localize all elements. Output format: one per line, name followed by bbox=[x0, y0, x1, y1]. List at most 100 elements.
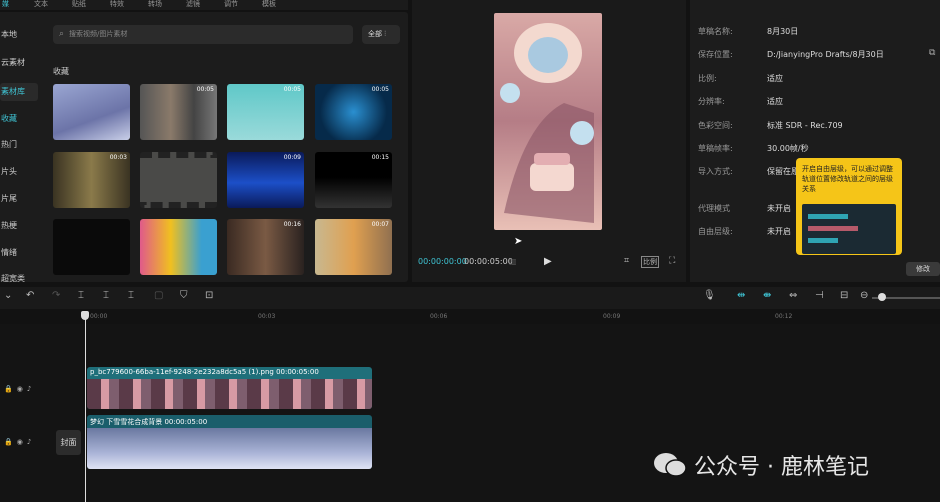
tab-filters[interactable]: 滤镜 bbox=[174, 0, 212, 10]
mouse-cursor: ➤ bbox=[514, 236, 523, 247]
thumb-blue-grid[interactable]: 00:09 bbox=[227, 152, 304, 208]
thumb-black[interactable] bbox=[53, 219, 130, 275]
microphone-icon[interactable]: 🎙 bbox=[703, 290, 716, 301]
label-proxy-mode: 代理模式 bbox=[698, 204, 730, 213]
tab-media[interactable]: 媒 bbox=[0, 0, 22, 10]
category-outro[interactable]: 片尾 bbox=[0, 190, 38, 208]
tab-effects[interactable]: 特效 bbox=[98, 0, 136, 10]
value-frame-rate: 30.00帧/秒 bbox=[767, 144, 809, 153]
video-track-controls[interactable]: 🔒◉♪ bbox=[4, 385, 35, 393]
fit-timeline-icon[interactable]: ⊟ bbox=[840, 290, 848, 301]
delete-icon[interactable]: ▢ bbox=[154, 290, 163, 301]
tooltip-text: 开启自由层级，可以通过调整轨道位置修改轨道之间的层级关系 bbox=[802, 165, 893, 193]
main-track-controls[interactable]: 🔒◉♪ bbox=[4, 438, 35, 446]
ruler-tick: 00:03 bbox=[258, 313, 276, 320]
category-emotion[interactable]: 情绪 bbox=[0, 244, 38, 262]
trim-right-icon[interactable]: ⌶ bbox=[128, 290, 134, 301]
undo-icon[interactable]: ↶ bbox=[26, 290, 34, 301]
select-tool-icon[interactable]: ⌄ bbox=[4, 290, 12, 301]
category-wide[interactable]: 超宽类 bbox=[0, 270, 38, 288]
label-frame-rate: 草稿帧率: bbox=[698, 144, 733, 153]
playhead-line[interactable] bbox=[85, 311, 86, 502]
ruler-tick: 00:09 bbox=[603, 313, 621, 320]
thumb-blue-particles[interactable]: 00:05 bbox=[315, 84, 392, 140]
tooltip-illustration bbox=[802, 204, 896, 254]
category-cloud[interactable]: 云素材 bbox=[0, 54, 38, 72]
redo-icon[interactable]: ↷ bbox=[52, 290, 60, 301]
watermark-text: 公众号 · 鹿林笔记 bbox=[694, 455, 869, 480]
thumb-people-meme[interactable]: 00:05 bbox=[140, 84, 217, 140]
crop-icon[interactable]: ⊡ bbox=[205, 290, 213, 301]
label-draft-name: 草稿名称: bbox=[698, 27, 733, 36]
label-ratio: 比例: bbox=[698, 74, 717, 83]
ruler-tick: 00:06 bbox=[430, 313, 448, 320]
thumb-snow-sparkle[interactable] bbox=[53, 84, 130, 140]
tab-templates[interactable]: 模板 bbox=[250, 0, 288, 10]
search-placeholder: 搜索视频/图片素材 bbox=[69, 30, 128, 38]
ruler-tick: 00:12 bbox=[775, 313, 793, 320]
timeline-ruler[interactable] bbox=[86, 310, 940, 324]
play-button[interactable]: ▶ bbox=[544, 256, 552, 267]
preview-axis-icon[interactable]: ⊣ bbox=[815, 290, 824, 301]
filter-button[interactable]: 全部 ⫶ bbox=[362, 25, 400, 44]
tab-stickers[interactable]: 贴纸 bbox=[60, 0, 98, 10]
value-free-layer: 未开启 bbox=[767, 227, 791, 236]
grid-icon[interactable]: ▥ bbox=[509, 257, 517, 266]
category-hot[interactable]: 热门 bbox=[0, 136, 38, 154]
label-color-space: 色彩空间: bbox=[698, 121, 733, 130]
preview-canvas[interactable] bbox=[494, 13, 602, 230]
category-intro[interactable]: 片头 bbox=[0, 163, 38, 181]
open-folder-icon[interactable]: ⧉ bbox=[929, 48, 935, 58]
category-local[interactable]: 本地 bbox=[0, 26, 38, 44]
tab-transitions[interactable]: 转场 bbox=[136, 0, 174, 10]
search-icon: ⌕ bbox=[59, 29, 65, 39]
fullscreen-icon[interactable]: ⛶ bbox=[669, 256, 675, 266]
effect-clip[interactable]: 梦幻 下雪雪花合成背景 00:00:05:00 bbox=[87, 415, 372, 469]
thumb-pikachu[interactable] bbox=[140, 219, 217, 275]
category-favorites[interactable]: 收藏 bbox=[0, 110, 38, 128]
ruler-tick: 00:00 bbox=[90, 313, 108, 320]
mark-icon[interactable]: ⛉ bbox=[180, 290, 188, 301]
filter-icon: ⫶ bbox=[384, 30, 386, 38]
tooltip-track-bar bbox=[808, 226, 858, 231]
category-nav: 本地 云素材 素材库 收藏 热门 片头 片尾 热梗 情绪 超宽类 bbox=[0, 12, 44, 283]
thumb-grid-floor[interactable]: 00:15 bbox=[315, 152, 392, 208]
thumb-hand[interactable]: 00:05 bbox=[227, 84, 304, 140]
material-tabs: 媒 文本 贴纸 特效 转场 滤镜 调节 模板 bbox=[0, 0, 408, 10]
tab-adjust[interactable]: 调节 bbox=[212, 0, 250, 10]
clip-name: 梦幻 下雪雪花合成背景 00:00:05:00 bbox=[90, 418, 208, 426]
thumb-piano-man[interactable]: 00:03 bbox=[53, 152, 130, 208]
trim-left-icon[interactable]: ⌶ bbox=[103, 290, 109, 301]
auto-snap-icon[interactable]: ⇼ bbox=[763, 290, 771, 301]
split-icon[interactable]: ⌶ bbox=[78, 290, 84, 301]
search-input[interactable]: ⌕ 搜索视频/图片素材 bbox=[53, 25, 353, 44]
label-import-mode: 导入方式: bbox=[698, 167, 733, 176]
main-track-magnet-icon[interactable]: ⇹ bbox=[737, 290, 745, 301]
tooltip-track-bar bbox=[808, 214, 848, 219]
zoom-out-icon[interactable]: ⊖ bbox=[860, 290, 868, 301]
linkage-icon[interactable]: ⇔ bbox=[789, 290, 797, 301]
value-draft-name: 8月30日 bbox=[767, 27, 799, 36]
tab-text[interactable]: 文本 bbox=[22, 0, 60, 10]
clip-name: p_bc779600-66ba-11ef-9248-2e232a8dc5a5 (… bbox=[90, 368, 319, 376]
video-clip[interactable]: p_bc779600-66ba-11ef-9248-2e232a8dc5a5 (… bbox=[87, 367, 372, 409]
total-timecode: 00:00:05:00 bbox=[464, 257, 513, 266]
screenshot-icon[interactable]: ⌗ bbox=[624, 256, 629, 266]
thumb-room-scene[interactable]: 00:16 bbox=[227, 219, 304, 275]
value-save-location: D:/JianyingPro Drafts/8月30日 bbox=[767, 50, 884, 59]
label-resolution: 分辨率: bbox=[698, 97, 725, 106]
zoom-slider-handle[interactable] bbox=[878, 293, 886, 301]
edit-button[interactable]: 修改 bbox=[906, 262, 940, 276]
free-layer-tooltip: 开启自由层级，可以通过调整轨道位置修改轨道之间的层级关系 bbox=[796, 158, 902, 255]
thumb-film-strip[interactable] bbox=[140, 152, 217, 208]
value-ratio: 适应 bbox=[767, 74, 783, 83]
playhead-handle[interactable] bbox=[81, 311, 89, 320]
value-import-mode: 保留在原 bbox=[767, 167, 799, 176]
cover-button[interactable]: 封面 bbox=[56, 430, 81, 455]
ratio-button[interactable]: 比例 bbox=[641, 256, 659, 268]
category-memes[interactable]: 热梗 bbox=[0, 217, 38, 235]
value-resolution: 适应 bbox=[767, 97, 783, 106]
thumb-anime[interactable]: 00:07 bbox=[315, 219, 392, 275]
category-library[interactable]: 素材库 bbox=[0, 83, 38, 101]
filter-label: 全部 bbox=[368, 30, 382, 38]
